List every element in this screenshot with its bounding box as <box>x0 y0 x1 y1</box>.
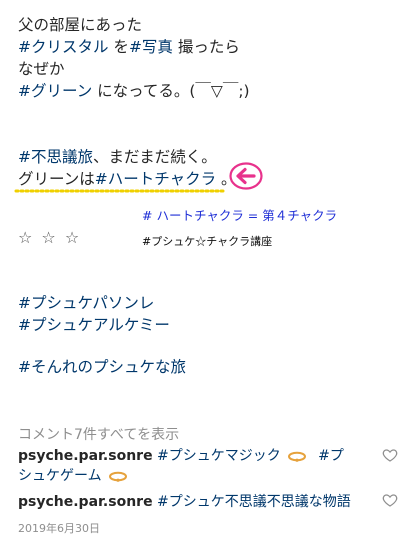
view-all-comments-link[interactable]: コメント7件すべてを表示 <box>18 424 179 444</box>
hashtag-heart-chakra[interactable]: #ハートチャクラ <box>95 170 216 188</box>
annotation-chakra-course: #プシュケ☆チャクラ講座 <box>142 235 273 248</box>
like-heart-icon[interactable] <box>382 492 398 508</box>
hashtag-photo[interactable]: #写真 <box>129 38 173 56</box>
hashtag-psyche-mystery-story[interactable]: #プシュケ不思議不思議な物語 <box>157 494 351 510</box>
comment-1-cont: シュケゲーム <box>18 466 130 486</box>
comment-username[interactable]: psyche.par.sonre <box>18 494 153 510</box>
caption-text: 、まだまだ続く。 <box>93 148 217 166</box>
comment-1: psyche.par.sonre #プシュケマジック #プ <box>18 446 344 466</box>
caption-text: を <box>108 38 129 56</box>
caption-line-3: なぜか <box>18 60 65 78</box>
caption-text: 撮ったら <box>172 38 240 56</box>
comment-username[interactable]: psyche.par.sonre <box>18 448 153 464</box>
caption-line-4: #グリーン になってる。(￣▽￣;) <box>18 80 250 102</box>
post-date: 2019年6月30日 <box>18 522 100 535</box>
stars-row: ☆ ☆ ☆ <box>18 228 82 247</box>
caption-line-1: 父の部屋にあった <box>18 16 143 34</box>
bracelet-icon <box>109 471 128 482</box>
annotation-heart-chakra: # ハートチャクラ = 第４チャクラ <box>142 208 338 223</box>
hashtag-psyche-alchemy[interactable]: #プシュケアルケミー <box>18 314 170 336</box>
hashtag-psyche-magic[interactable]: #プシュケマジック <box>157 448 281 464</box>
hashtag-psyche-game[interactable]: #プ <box>318 448 344 464</box>
hashtag-crystal[interactable]: #クリスタル <box>18 38 109 56</box>
hashtag-psyche-game-cont[interactable]: シュケゲーム <box>18 468 102 484</box>
comment-2: psyche.par.sonre #プシュケ不思議不思議な物語 <box>18 492 351 512</box>
hashtag-psyche-sonre[interactable]: #プシュケパソンレ <box>18 292 154 314</box>
caption-line-2: #クリスタル を#写真 撮ったら <box>18 36 240 58</box>
caption-line-6: グリーンは#ハートチャクラ 。 <box>18 168 237 190</box>
highlight-underline <box>14 189 228 193</box>
hashtag-mystery-trip[interactable]: #不思議旅 <box>18 148 93 166</box>
pointer-arrow-icon <box>229 162 263 190</box>
hashtag-green[interactable]: #グリーン <box>18 82 92 100</box>
hashtag-sonre-trip[interactable]: #そんれのプシュケな旅 <box>18 356 186 378</box>
like-heart-icon[interactable] <box>382 447 398 463</box>
caption-line-5: #不思議旅、まだまだ続く。 <box>18 146 217 168</box>
caption-text: グリーンは <box>18 170 95 188</box>
bracelet-icon <box>288 451 307 462</box>
caption-text: になってる。(￣▽￣;) <box>92 82 250 100</box>
